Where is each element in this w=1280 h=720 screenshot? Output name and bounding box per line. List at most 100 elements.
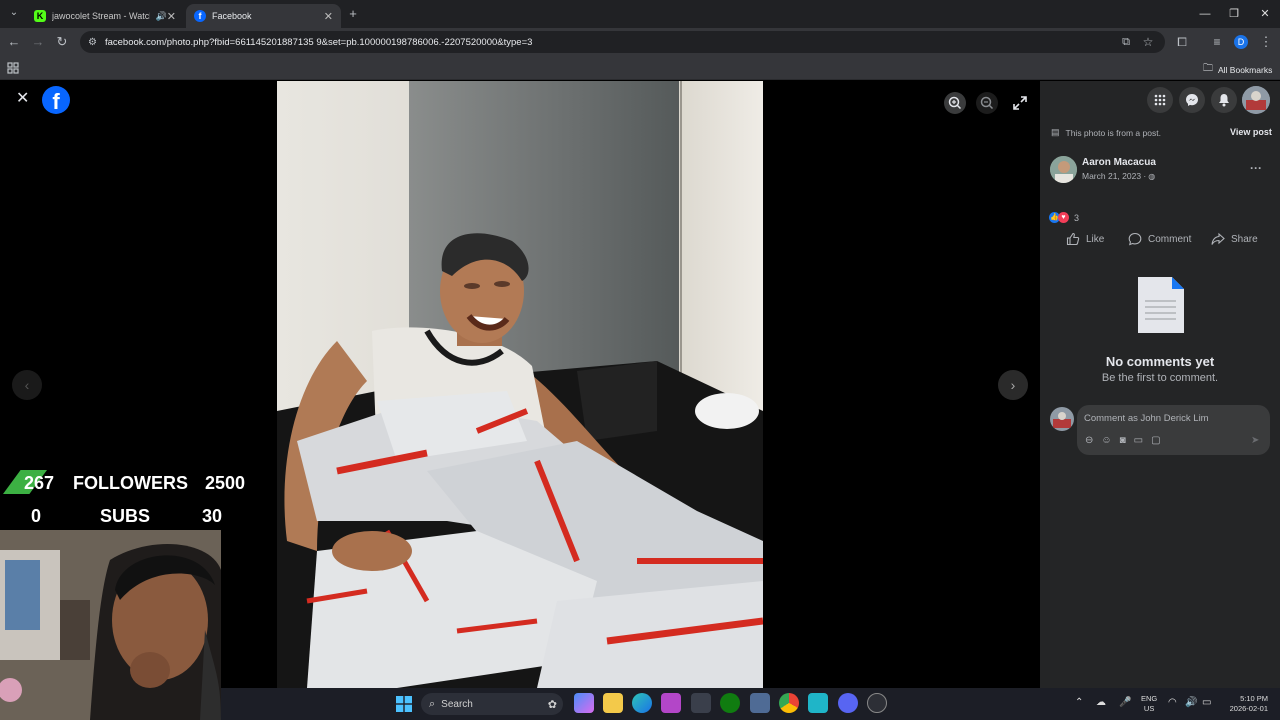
facebook-logo[interactable]: f — [42, 86, 70, 114]
tab-title: jawocolet Stream - Watch L — [52, 11, 150, 21]
share-label: Share — [1231, 233, 1258, 245]
no-comments-icon — [1136, 275, 1186, 340]
window-close-icon[interactable]: ✕ — [1250, 4, 1280, 24]
reading-list-icon[interactable]: ≡ — [1207, 32, 1227, 52]
wifi-icon[interactable]: ◠ — [1168, 697, 1177, 708]
messenger-button[interactable] — [1179, 87, 1205, 113]
app-icon[interactable] — [750, 693, 770, 713]
followers-label: FOLLOWERS — [73, 473, 188, 493]
post-date[interactable]: March 21, 2023 · ◍ — [1082, 171, 1155, 181]
post-date-text: March 21, 2023 · — [1082, 171, 1147, 181]
onedrive-icon[interactable]: ☁ — [1096, 697, 1106, 708]
post-icon: ▤ — [1051, 127, 1060, 137]
from-post-text: This photo is from a post. — [1065, 127, 1161, 138]
copilot-icon[interactable] — [574, 693, 594, 713]
commenter-avatar — [1050, 407, 1074, 431]
chrome-icon[interactable] — [779, 693, 799, 713]
microphone-icon[interactable]: 🎤 — [1119, 697, 1131, 708]
back-icon[interactable]: ← — [4, 32, 24, 52]
comment-icon — [1128, 232, 1142, 246]
send-icon[interactable]: ➤ — [1251, 435, 1259, 446]
post-options-icon[interactable]: ··· — [1250, 161, 1262, 175]
store-icon[interactable] — [691, 693, 711, 713]
close-tab-icon[interactable]: ✕ — [324, 10, 333, 23]
like-icon — [1066, 232, 1080, 246]
author-name[interactable]: Aaron Macacua — [1082, 157, 1156, 168]
view-post-link[interactable]: View post — [1230, 127, 1272, 137]
forward-icon[interactable]: → — [28, 32, 48, 52]
share-button[interactable]: Share — [1211, 232, 1258, 246]
chrome-menu-icon[interactable]: ⋮ — [1256, 32, 1276, 52]
language-indicator[interactable]: ENG US — [1141, 694, 1157, 714]
file-explorer-icon[interactable] — [603, 693, 623, 713]
like-button[interactable]: Like — [1066, 232, 1104, 246]
bookmark-star-icon[interactable]: ☆ — [1138, 32, 1158, 52]
start-icon[interactable] — [396, 696, 412, 717]
xbox-icon[interactable] — [720, 693, 740, 713]
search-highlight-icon: ✿ — [547, 698, 557, 711]
tab-title: Facebook — [212, 11, 252, 21]
clock[interactable]: 5:10 PM 2026-02-01 — [1222, 694, 1268, 714]
address-bar[interactable]: ⚙ facebook.com/photo.php?fbid=6611452018… — [80, 31, 1165, 53]
facebook-favicon-icon: f — [194, 10, 206, 22]
edge-icon[interactable] — [632, 693, 652, 713]
extensions-icon[interactable]: ⧠ — [1172, 32, 1192, 52]
minimize-icon[interactable]: — — [1190, 4, 1220, 24]
bell-icon — [1211, 87, 1237, 113]
volume-icon[interactable]: 🔊 — [1185, 697, 1197, 708]
sticker-icon[interactable]: ▢ — [1151, 435, 1160, 446]
clock-date: 2026-02-01 — [1229, 704, 1268, 713]
like-label: Like — [1086, 233, 1105, 245]
next-photo-button[interactable]: › — [998, 370, 1028, 400]
share-icon — [1211, 232, 1225, 245]
from-post-notice: ▤ This photo is from a post. — [1051, 127, 1161, 138]
tray-chevron-icon[interactable]: ⌃ — [1075, 697, 1083, 708]
love-reaction-icon: ♥ — [1058, 212, 1069, 223]
install-app-icon[interactable]: ⧉ — [1116, 32, 1136, 52]
audio-icon[interactable]: 🔊 — [156, 11, 167, 22]
language-line1: ENG — [1141, 694, 1158, 703]
fullscreen-icon[interactable] — [1011, 94, 1029, 117]
previous-photo-button[interactable]: ‹ — [12, 370, 42, 400]
menu-grid-button[interactable] — [1147, 87, 1173, 113]
taskbar-search-label: Search — [441, 698, 473, 710]
all-bookmarks[interactable]: 🗀 All Bookmarks — [1203, 61, 1272, 78]
avatar-sticker-icon[interactable]: ⊖ — [1085, 435, 1093, 446]
comment-button[interactable]: Comment — [1128, 232, 1191, 246]
comment-input[interactable]: Comment as John Derick Lim ⊖ ☺ ◙ ▭ ▢ ➤ — [1077, 405, 1270, 455]
gif-icon[interactable]: ▭ — [1134, 435, 1143, 446]
close-viewer-icon[interactable]: ✕ — [16, 91, 32, 107]
post-photo — [277, 81, 763, 688]
notifications-button[interactable] — [1211, 87, 1237, 113]
zoom-in-icon[interactable] — [944, 92, 966, 119]
author-avatar[interactable] — [1050, 156, 1077, 183]
webcam-feed — [0, 530, 221, 720]
comment-tools: ⊖ ☺ ◙ ▭ ▢ — [1085, 435, 1161, 446]
folder-icon: 🗀 — [1203, 63, 1213, 74]
reload-icon[interactable]: ↻ — [52, 32, 72, 52]
tab-stream[interactable]: K jawocolet Stream - Watch L 🔊 ✕ — [26, 4, 184, 28]
obs-icon[interactable] — [867, 693, 887, 713]
instagram-icon[interactable] — [661, 693, 681, 713]
tab-facebook[interactable]: f Facebook ✕ — [186, 4, 341, 28]
zoom-out-icon[interactable] — [976, 92, 998, 119]
close-tab-icon[interactable]: ✕ — [167, 10, 176, 23]
restore-icon[interactable]: ❐ — [1219, 4, 1249, 24]
discord-icon[interactable] — [838, 693, 858, 713]
subs-count: 0 — [31, 506, 42, 526]
emoji-icon[interactable]: ☺ — [1101, 435, 1111, 446]
tab-search-icon[interactable]: ⌄ — [4, 3, 24, 23]
apps-grid-icon[interactable] — [7, 61, 19, 74]
notepad-icon[interactable] — [808, 693, 828, 713]
battery-icon[interactable]: ▭ — [1202, 697, 1211, 708]
account-avatar[interactable] — [1242, 86, 1270, 114]
site-info-icon[interactable]: ⚙ — [88, 37, 97, 48]
taskbar-search[interactable]: ⌕ Search ✿ — [421, 693, 563, 715]
messenger-icon — [1179, 87, 1205, 113]
profile-avatar[interactable]: D — [1234, 35, 1248, 49]
camera-icon[interactable]: ◙ — [1120, 435, 1126, 446]
language-line2: US — [1143, 704, 1155, 713]
globe-icon: ◍ — [1148, 171, 1156, 181]
reactions-summary[interactable]: 👍 ♥ 3 — [1049, 212, 1079, 223]
new-tab-icon[interactable]: + — [343, 4, 363, 24]
